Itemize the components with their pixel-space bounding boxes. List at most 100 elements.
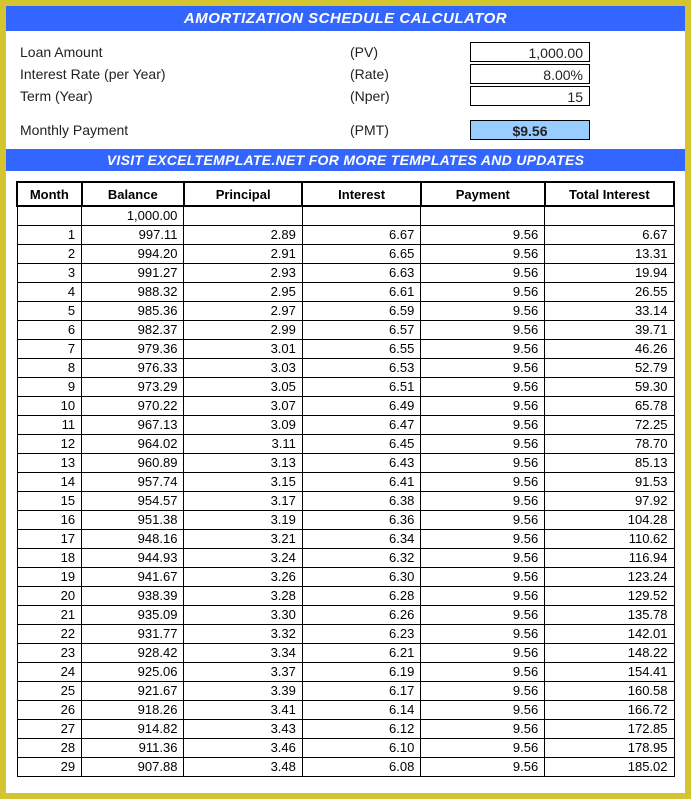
cell-interest: 6.55 [302,339,420,358]
cell-interest: 6.34 [302,529,420,548]
cell-payment: 9.56 [421,225,545,244]
cell-payment: 9.56 [421,681,545,700]
cell-principal: 3.39 [184,681,302,700]
term-abbr: (Nper) [350,88,470,104]
cell-payment: 9.56 [421,358,545,377]
promo-banner[interactable]: VISIT EXCELTEMPLATE.NET FOR MORE TEMPLAT… [6,149,685,171]
cell-principal: 3.17 [184,491,302,510]
cell-total: 148.22 [545,643,674,662]
cell-balance: 979.36 [82,339,184,358]
cell-payment: 9.56 [421,605,545,624]
cell-payment: 9.56 [421,738,545,757]
cell-balance: 973.29 [82,377,184,396]
cell-interest: 6.67 [302,225,420,244]
cell-principal: 3.41 [184,700,302,719]
cell-principal: 2.89 [184,225,302,244]
cell-balance: 985.36 [82,301,184,320]
table-row: 10970.223.076.499.5665.78 [17,396,674,415]
col-total-interest: Total Interest [545,182,674,206]
cell-principal: 3.48 [184,757,302,776]
cell-payment: 9.56 [421,434,545,453]
cell-payment: 9.56 [421,510,545,529]
cell-balance: 976.33 [82,358,184,377]
table-row: 29907.883.486.089.56185.02 [17,757,674,776]
rate-input[interactable]: 8.00% [470,64,590,84]
table-row: 9973.293.056.519.5659.30 [17,377,674,396]
title-text: AMORTIZATION SCHEDULE CALCULATOR [184,10,507,27]
cell-interest: 6.38 [302,491,420,510]
cell-interest: 6.21 [302,643,420,662]
cell-payment: 9.56 [421,643,545,662]
cell-interest: 6.57 [302,320,420,339]
cell-balance: 921.67 [82,681,184,700]
cell-principal: 3.32 [184,624,302,643]
cell-total: 59.30 [545,377,674,396]
cell-balance: 1,000.00 [82,206,184,225]
cell-principal [184,206,302,225]
cell-principal: 2.93 [184,263,302,282]
table-row: 25921.673.396.179.56160.58 [17,681,674,700]
cell-principal: 3.15 [184,472,302,491]
table-row: 17948.163.216.349.56110.62 [17,529,674,548]
cell-total: 13.31 [545,244,674,263]
cell-principal: 3.28 [184,586,302,605]
cell-payment: 9.56 [421,491,545,510]
cell-interest: 6.59 [302,301,420,320]
table-row: 27914.823.436.129.56172.85 [17,719,674,738]
cell-interest: 6.47 [302,415,420,434]
cell-balance: 954.57 [82,491,184,510]
cell-total: 33.14 [545,301,674,320]
cell-interest: 6.45 [302,434,420,453]
cell-month: 1 [17,225,82,244]
cell-interest: 6.49 [302,396,420,415]
cell-payment: 9.56 [421,339,545,358]
cell-balance: 944.93 [82,548,184,567]
table-row: 18944.933.246.329.56116.94 [17,548,674,567]
cell-balance: 982.37 [82,320,184,339]
cell-payment: 9.56 [421,377,545,396]
cell-month: 25 [17,681,82,700]
cell-total: 65.78 [545,396,674,415]
cell-month: 12 [17,434,82,453]
term-input[interactable]: 15 [470,86,590,106]
col-month: Month [17,182,82,206]
cell-total: 154.41 [545,662,674,681]
cell-balance: 911.36 [82,738,184,757]
cell-balance: 931.77 [82,624,184,643]
title-bar: AMORTIZATION SCHEDULE CALCULATOR [6,6,685,31]
cell-balance: 925.06 [82,662,184,681]
cell-interest: 6.63 [302,263,420,282]
cell-month: 18 [17,548,82,567]
cell-interest [302,206,420,225]
cell-month: 16 [17,510,82,529]
cell-month: 5 [17,301,82,320]
table-row: 23928.423.346.219.56148.22 [17,643,674,662]
cell-payment: 9.56 [421,282,545,301]
cell-interest: 6.10 [302,738,420,757]
cell-interest: 6.36 [302,510,420,529]
cell-total: 178.95 [545,738,674,757]
cell-interest: 6.41 [302,472,420,491]
cell-total: 123.24 [545,567,674,586]
table-row: 8976.333.036.539.5652.79 [17,358,674,377]
cell-total: 46.26 [545,339,674,358]
cell-month: 19 [17,567,82,586]
cell-principal: 3.03 [184,358,302,377]
cell-month: 24 [17,662,82,681]
cell-balance: 967.13 [82,415,184,434]
cell-total: 19.94 [545,263,674,282]
cell-payment: 9.56 [421,548,545,567]
cell-payment [421,206,545,225]
cell-principal: 3.19 [184,510,302,529]
cell-balance: 948.16 [82,529,184,548]
cell-month: 15 [17,491,82,510]
cell-balance: 991.27 [82,263,184,282]
cell-total: 142.01 [545,624,674,643]
cell-total: 39.71 [545,320,674,339]
schedule-table-wrap: Month Balance Principal Interest Payment… [6,171,685,777]
loan-amount-input[interactable]: 1,000.00 [470,42,590,62]
table-row: 3991.272.936.639.5619.94 [17,263,674,282]
cell-balance: 935.09 [82,605,184,624]
cell-balance: 907.88 [82,757,184,776]
cell-principal: 3.26 [184,567,302,586]
